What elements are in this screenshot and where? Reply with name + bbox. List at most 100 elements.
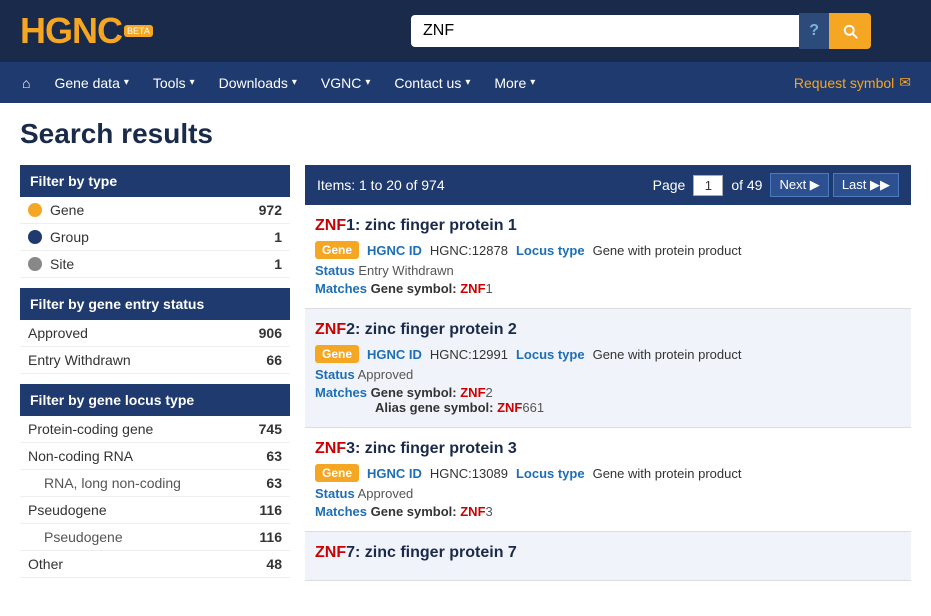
badge-gene-znf2: Gene — [315, 345, 359, 363]
filter-group[interactable]: Group 1 — [20, 224, 290, 251]
filter-site-label: Site — [50, 256, 74, 272]
filter-protein-coding-label: Protein-coding gene — [28, 421, 153, 437]
logo: HGNCBETA — [20, 10, 153, 52]
result-znf1: ZNF1: zinc finger protein 1 Gene HGNC ID… — [305, 205, 911, 309]
result-znf7-link[interactable]: ZNF7 — [315, 544, 355, 561]
next-button[interactable]: Next ▶ — [770, 173, 828, 197]
status-znf1: Status Entry Withdrawn — [315, 263, 901, 278]
results-header: Items: 1 to 20 of 974 Page of 49 Next ▶ … — [305, 165, 911, 205]
hgnc-id-znf2: HGNC:12991 — [430, 347, 508, 362]
page-label: Page — [653, 177, 686, 193]
chevron-down-icon: ▾ — [530, 77, 535, 88]
items-count: Items: 1 to 20 of 974 — [317, 177, 445, 193]
filter-protein-coding[interactable]: Protein-coding gene 745 — [20, 416, 290, 443]
filter-group-left: Group — [28, 229, 89, 245]
results-area: Items: 1 to 20 of 974 Page of 49 Next ▶ … — [305, 165, 911, 581]
nav-downloads-label: Downloads — [219, 75, 288, 91]
request-symbol-link[interactable]: Request symbol ✉ — [784, 62, 921, 103]
dot-group — [28, 230, 42, 244]
dot-gene — [28, 203, 42, 217]
alias-znf2: Alias gene symbol: ZNF661 — [315, 400, 901, 415]
filter-approved-count: 906 — [259, 325, 282, 341]
hgnc-id-label-znf1: HGNC ID — [367, 243, 422, 258]
filter-pseudogene[interactable]: Pseudogene 116 — [20, 497, 290, 524]
result-znf3-link[interactable]: ZNF3 — [315, 440, 355, 457]
result-znf2-title: ZNF2: zinc finger protein 2 — [315, 321, 901, 339]
filter-pseudogene-count: 116 — [259, 502, 282, 518]
search-input[interactable] — [411, 15, 799, 47]
nav-tools[interactable]: Tools ▾ — [141, 63, 207, 103]
nav-home[interactable]: ⌂ — [10, 65, 42, 101]
result-znf7-title: ZNF7: zinc finger protein 7 — [315, 544, 901, 562]
search-icon — [841, 22, 859, 40]
result-znf2-link[interactable]: ZNF2 — [315, 321, 355, 338]
filter-other[interactable]: Other 48 — [20, 551, 290, 578]
nav-vgnc-label: VGNC — [321, 75, 361, 91]
last-button[interactable]: Last ▶▶ — [833, 173, 899, 197]
locus-type-znf3: Gene with protein product — [593, 466, 742, 481]
status-znf2: Status Approved — [315, 367, 901, 382]
filter-pseudogene-sub-count: 116 — [259, 529, 282, 545]
result-znf1-meta: Gene HGNC ID HGNC:12878 Locus type Gene … — [315, 241, 901, 259]
filter-entry-status-title: Filter by gene entry status — [20, 288, 290, 320]
filter-ncrna-label: Non-coding RNA — [28, 448, 133, 464]
filter-approved[interactable]: Approved 906 — [20, 320, 290, 347]
filter-protein-coding-count: 745 — [259, 421, 282, 437]
filter-other-label: Other — [28, 556, 63, 572]
help-button[interactable]: ? — [799, 13, 829, 49]
result-znf3-meta: Gene HGNC ID HGNC:13089 Locus type Gene … — [315, 464, 901, 482]
chevron-down-icon: ▾ — [365, 77, 370, 88]
locus-type-label-znf1: Locus type — [516, 243, 585, 258]
filter-approved-label: Approved — [28, 325, 88, 341]
result-znf1-link[interactable]: ZNF1 — [315, 217, 355, 234]
envelope-icon: ✉ — [899, 74, 911, 91]
nav-more-label: More — [494, 75, 526, 91]
filter-site-left: Site — [28, 256, 74, 272]
badge-gene-znf1: Gene — [315, 241, 359, 259]
filter-ncrna[interactable]: Non-coding RNA 63 — [20, 443, 290, 470]
hgnc-id-znf1: HGNC:12878 — [430, 243, 508, 258]
nav-downloads[interactable]: Downloads ▾ — [207, 63, 309, 103]
filter-lncrna[interactable]: RNA, long non-coding 63 — [20, 470, 290, 497]
filter-site[interactable]: Site 1 — [20, 251, 290, 278]
filter-gene-count: 972 — [259, 202, 282, 218]
nav-vgnc[interactable]: VGNC ▾ — [309, 63, 382, 103]
main-content: Search results Filter by type Gene 972 G… — [0, 103, 931, 596]
page-of: of 49 — [731, 177, 762, 193]
search-button[interactable] — [829, 13, 871, 49]
locus-type-label-znf2: Locus type — [516, 347, 585, 362]
chevron-down-icon: ▾ — [124, 77, 129, 88]
filter-pseudogene-sub-label: Pseudogene — [44, 529, 123, 545]
filter-gene[interactable]: Gene 972 — [20, 197, 290, 224]
filter-pseudogene-sub[interactable]: Pseudogene 116 — [20, 524, 290, 551]
result-znf3-title: ZNF3: zinc finger protein 3 — [315, 440, 901, 458]
hgnc-id-label-znf2: HGNC ID — [367, 347, 422, 362]
logo-text[interactable]: HGNC — [20, 10, 122, 52]
filter-locus-type-title: Filter by gene locus type — [20, 384, 290, 416]
matches-znf1: Matches Gene symbol: ZNF1 — [315, 281, 901, 296]
page-title: Search results — [20, 118, 911, 150]
filter-entry-withdrawn[interactable]: Entry Withdrawn 66 — [20, 347, 290, 374]
nav-gene-data[interactable]: Gene data ▾ — [42, 63, 140, 103]
nav-gene-data-label: Gene data — [54, 75, 119, 91]
filter-lncrna-count: 63 — [266, 475, 282, 491]
locus-type-label-znf3: Locus type — [516, 466, 585, 481]
result-znf2-meta: Gene HGNC ID HGNC:12991 Locus type Gene … — [315, 345, 901, 363]
filter-other-count: 48 — [266, 556, 282, 572]
page-input[interactable] — [693, 175, 723, 196]
filter-entry-withdrawn-count: 66 — [266, 352, 282, 368]
home-icon: ⌂ — [22, 75, 30, 91]
logo-beta: BETA — [124, 25, 153, 37]
filter-type-title: Filter by type — [20, 165, 290, 197]
filter-group-count: 1 — [274, 229, 282, 245]
filter-gene-left: Gene — [28, 202, 84, 218]
filter-gene-label: Gene — [50, 202, 84, 218]
search-bar: ? — [411, 13, 871, 49]
filter-ncrna-count: 63 — [266, 448, 282, 464]
filter-site-count: 1 — [274, 256, 282, 272]
nav-contact-us[interactable]: Contact us ▾ — [382, 63, 482, 103]
nav-more[interactable]: More ▾ — [482, 63, 547, 103]
filter-entry-withdrawn-label: Entry Withdrawn — [28, 352, 131, 368]
chevron-down-icon: ▾ — [465, 77, 470, 88]
result-znf2: ZNF2: zinc finger protein 2 Gene HGNC ID… — [305, 309, 911, 428]
